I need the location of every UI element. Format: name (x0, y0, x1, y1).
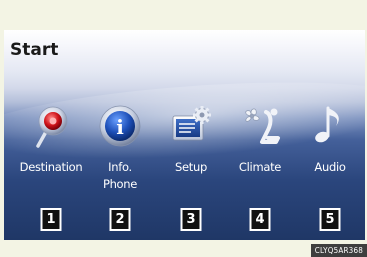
climate-label: Climate (238, 160, 282, 174)
climate-button[interactable]: Climate 4 (224, 104, 296, 234)
info-phone-button[interactable]: i Info. Phone 2 (84, 104, 156, 234)
setup-label: Setup (175, 160, 207, 174)
climate-fan-seat-icon (245, 108, 280, 144)
setup-number-badge: 3 (180, 208, 202, 231)
destination-number-badge: 1 (40, 208, 62, 231)
destination-pin-icon (36, 106, 68, 148)
audio-button[interactable]: Audio 5 (294, 104, 365, 234)
destination-label: Destination (19, 160, 83, 174)
page-title: Start (10, 40, 59, 60)
start-screen: Start Destination 1 i Info. Phone 2 Setu… (4, 30, 365, 240)
destination-button[interactable]: Destination 1 (15, 104, 87, 234)
info-phone-label: Info. Phone (102, 160, 138, 191)
setup-gear-icon (172, 106, 211, 141)
svg-text:i: i (116, 115, 124, 139)
audio-number-badge: 5 (319, 208, 341, 231)
setup-button[interactable]: Setup 3 (155, 104, 227, 234)
climate-number-badge: 4 (249, 208, 271, 231)
music-note-icon (315, 106, 339, 143)
figure-caption-code: CLYQ5AR368 (310, 244, 367, 257)
info-icon: i (99, 105, 141, 147)
audio-label: Audio (314, 160, 346, 174)
info-phone-number-badge: 2 (109, 208, 131, 231)
